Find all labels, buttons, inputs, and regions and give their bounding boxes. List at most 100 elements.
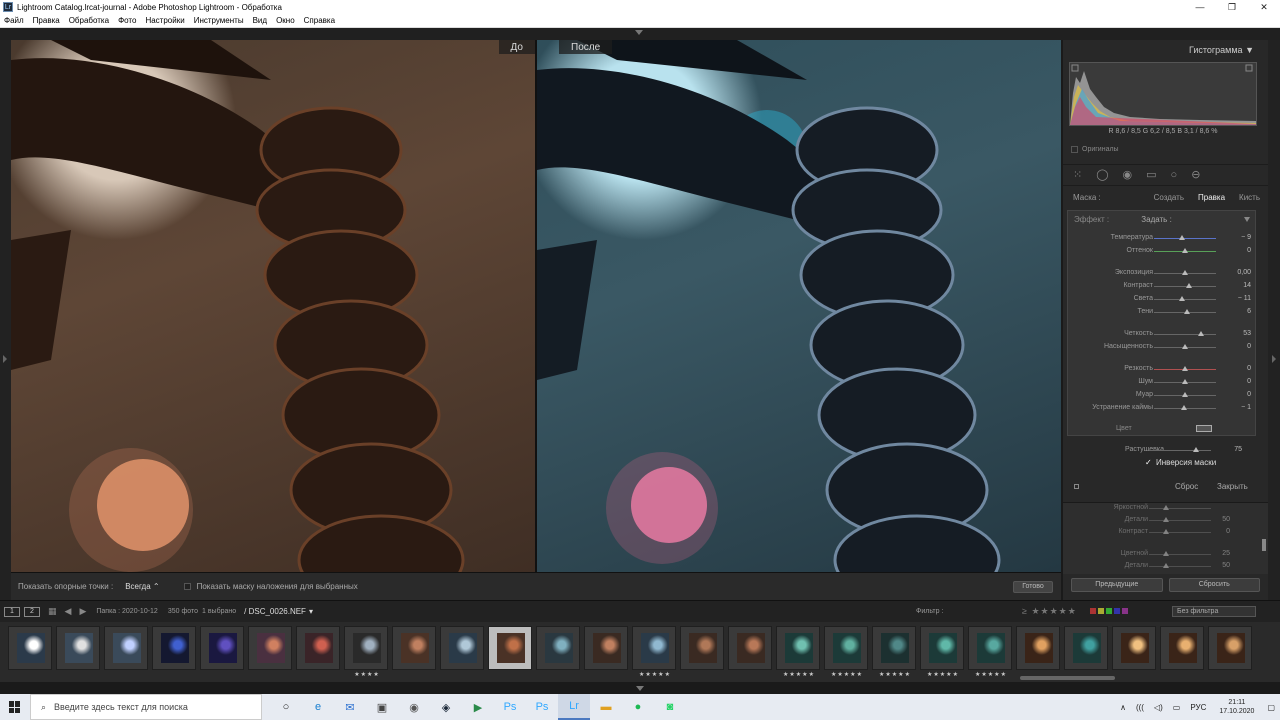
effect-collapse-icon[interactable] bbox=[1244, 217, 1250, 222]
mask-toggle-icon[interactable] bbox=[1074, 484, 1079, 489]
adjustment-brush-icon[interactable]: ⊖ bbox=[1191, 169, 1200, 181]
detail-slider-track[interactable] bbox=[1149, 508, 1211, 509]
close-window-button[interactable]: ✕ bbox=[1248, 0, 1280, 14]
filmstrip-thumbnail[interactable] bbox=[536, 626, 580, 670]
slider-row[interactable]: Резкость 0 bbox=[1068, 364, 1257, 375]
detail-slider-track[interactable] bbox=[1149, 520, 1211, 521]
histogram-header[interactable]: Гистограмма ▼ bbox=[1063, 40, 1268, 60]
spotify-icon[interactable]: ● bbox=[622, 694, 654, 720]
slider-row[interactable]: Шум 0 bbox=[1068, 377, 1257, 388]
feather-value[interactable]: 75 bbox=[1234, 446, 1242, 453]
color-label-filter[interactable] bbox=[1090, 608, 1128, 614]
slider-knob-icon[interactable] bbox=[1198, 331, 1205, 336]
slider-value[interactable]: 0 bbox=[1247, 365, 1251, 372]
effect-preset-select[interactable]: Задать : bbox=[1141, 215, 1172, 224]
crop-overlay-icon[interactable]: ⁙ bbox=[1073, 169, 1082, 181]
filmstrip-thumbnail[interactable] bbox=[104, 626, 148, 670]
filmstrip-thumbnail[interactable] bbox=[1160, 626, 1204, 670]
green-chip-icon[interactable] bbox=[1106, 608, 1112, 614]
slider-value[interactable]: 0 bbox=[1247, 247, 1251, 254]
photoshop-icon[interactable]: Ps bbox=[526, 694, 558, 720]
slider-knob-icon[interactable] bbox=[1178, 296, 1185, 301]
slider-value[interactable]: 53 bbox=[1243, 330, 1251, 337]
panel-scrollbar[interactable] bbox=[1262, 539, 1266, 551]
prev-arrow-icon[interactable]: ◀ bbox=[65, 606, 72, 617]
maximize-button[interactable]: ❐ bbox=[1216, 0, 1248, 14]
slider-row[interactable]: Света − 11 bbox=[1068, 294, 1257, 305]
previous-button[interactable]: Предыдущие bbox=[1071, 578, 1163, 592]
volume-icon[interactable]: ◁) bbox=[1154, 703, 1163, 712]
histogram-graph[interactable] bbox=[1069, 62, 1257, 126]
photoshop-icon[interactable]: Ps bbox=[494, 694, 526, 720]
slider-row[interactable]: Оттенок 0 bbox=[1068, 246, 1257, 257]
filmstrip-thumbnail[interactable]: ★★★★ bbox=[344, 626, 388, 678]
current-file[interactable]: / DSC_0026.NEF bbox=[244, 607, 306, 616]
filmstrip-thumbnail[interactable] bbox=[248, 626, 292, 670]
invert-mask-toggle[interactable]: ✓ Инверсия маски bbox=[1145, 458, 1216, 467]
grid-icon[interactable]: ▦ bbox=[48, 606, 57, 617]
yellow-chip-icon[interactable] bbox=[1098, 608, 1104, 614]
graduated-filter-icon[interactable]: ▭ bbox=[1146, 169, 1156, 181]
filmstrip-thumbnail[interactable] bbox=[1112, 626, 1156, 670]
slider-row[interactable]: Устранение каймы − 1 bbox=[1068, 403, 1257, 414]
notifications-icon[interactable]: ▢ bbox=[1267, 703, 1275, 712]
slider-value[interactable]: − 9 bbox=[1241, 234, 1251, 241]
slider-knob-icon[interactable] bbox=[1182, 248, 1188, 253]
feather-knob-icon[interactable] bbox=[1192, 447, 1199, 452]
expand-left-arrow-icon[interactable] bbox=[3, 355, 7, 363]
detail-slider-row[interactable]: Детали 50 bbox=[1063, 515, 1252, 526]
collapse-bottom-arrow-icon[interactable] bbox=[636, 686, 644, 691]
task-view-icon[interactable]: ○ bbox=[270, 694, 302, 720]
before-photo[interactable]: До bbox=[11, 40, 535, 572]
filmstrip-thumbnail[interactable] bbox=[56, 626, 100, 670]
slider-value[interactable]: 0 bbox=[1247, 378, 1251, 385]
pins-mode-select[interactable]: Всегда ⌃ bbox=[125, 582, 159, 591]
reset-button[interactable]: Сброс bbox=[1175, 482, 1198, 491]
collapse-right-arrow-icon[interactable] bbox=[1272, 355, 1276, 363]
slider-row[interactable]: Контраст 14 bbox=[1068, 281, 1257, 292]
red-eye-icon[interactable]: ◉ bbox=[1123, 169, 1133, 181]
red-chip-icon[interactable] bbox=[1090, 608, 1096, 614]
reset-all-button[interactable]: Сбросить bbox=[1168, 578, 1260, 592]
filmstrip-thumbnail[interactable]: ★★★★★ bbox=[824, 626, 868, 678]
detail-slider-knob-icon[interactable] bbox=[1163, 551, 1169, 556]
filmstrip-thumbnail[interactable] bbox=[680, 626, 724, 670]
mask-edit-button[interactable]: Правка bbox=[1198, 193, 1225, 202]
detail-slider-knob-icon[interactable] bbox=[1163, 517, 1169, 522]
collapse-top-arrow-icon[interactable] bbox=[635, 30, 643, 35]
detail-slider-knob-icon[interactable] bbox=[1163, 563, 1169, 568]
whatsapp-icon[interactable]: ◙ bbox=[654, 694, 686, 720]
filmstrip-thumbnail[interactable] bbox=[440, 626, 484, 670]
slider-row[interactable]: Тени 6 bbox=[1068, 307, 1257, 318]
menu-help[interactable]: Справка bbox=[300, 16, 340, 25]
done-button[interactable]: Готово bbox=[1013, 581, 1053, 593]
slider-row[interactable]: Насыщенность 0 bbox=[1068, 342, 1257, 353]
blue-chip-icon[interactable] bbox=[1114, 608, 1120, 614]
menu-edit[interactable]: Правка bbox=[29, 16, 65, 25]
filmstrip-thumbnail[interactable] bbox=[392, 626, 436, 670]
purple-chip-icon[interactable] bbox=[1122, 608, 1128, 614]
menu-develop[interactable]: Обработка bbox=[65, 16, 114, 25]
menu-settings[interactable]: Настройки bbox=[141, 16, 189, 25]
filmstrip-thumbnail[interactable] bbox=[488, 626, 532, 670]
steam-icon[interactable]: ◈ bbox=[430, 694, 462, 720]
filmstrip-thumbnail[interactable]: ★★★★★ bbox=[920, 626, 964, 678]
slider-knob-icon[interactable] bbox=[1183, 309, 1190, 314]
mask-create-button[interactable]: Создать bbox=[1154, 193, 1184, 202]
filmstrip-thumbnail[interactable] bbox=[728, 626, 772, 670]
slider-knob-icon[interactable] bbox=[1186, 283, 1193, 288]
slider-value[interactable]: 6 bbox=[1247, 308, 1251, 315]
slider-knob-icon[interactable] bbox=[1178, 235, 1185, 240]
wifi-icon[interactable]: ((( bbox=[1136, 703, 1144, 712]
filter-preset-select[interactable]: Без фильтра bbox=[1172, 606, 1256, 617]
filmstrip-thumbnail[interactable] bbox=[1064, 626, 1108, 670]
mail-icon[interactable]: ✉ bbox=[334, 694, 366, 720]
slider-row[interactable]: Четкость 53 bbox=[1068, 329, 1257, 340]
originals-toggle[interactable]: Оригиналы bbox=[1071, 146, 1119, 153]
originals-checkbox[interactable] bbox=[1071, 146, 1078, 153]
start-button[interactable] bbox=[0, 694, 30, 720]
clock[interactable]: 21:11 17.10.2020 bbox=[1219, 698, 1254, 716]
filmstrip-thumbnail[interactable] bbox=[1208, 626, 1252, 670]
detail-slider-row[interactable]: Детали 50 bbox=[1063, 561, 1252, 572]
slider-value[interactable]: − 1 bbox=[1241, 404, 1251, 411]
